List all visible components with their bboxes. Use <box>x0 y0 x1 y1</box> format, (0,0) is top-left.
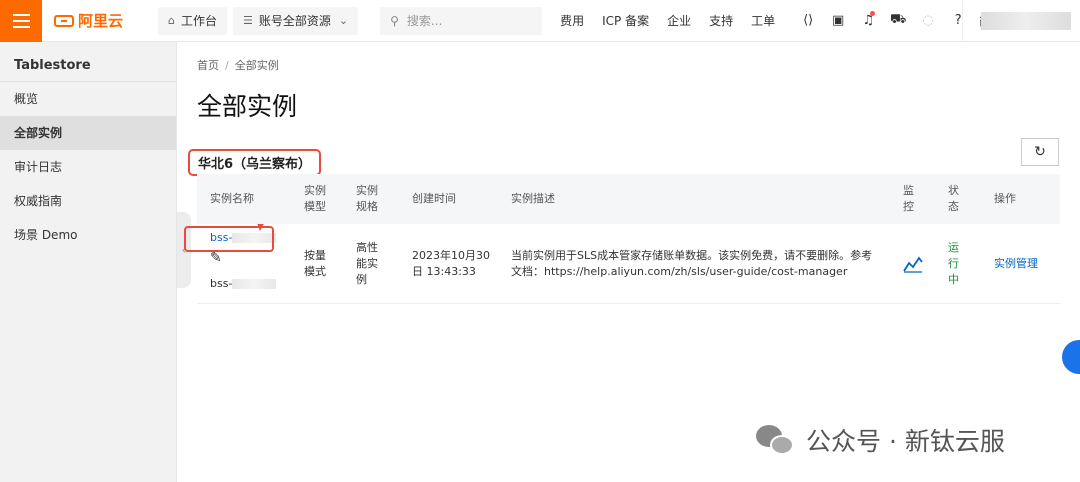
menu-button[interactable] <box>0 0 42 42</box>
breadcrumb-home[interactable]: 首页 <box>197 59 219 72</box>
bell-icon[interactable]: ♫ <box>853 11 883 28</box>
instance-created: 2023年10月30日 13:43:33 <box>412 248 490 278</box>
col-model: 实例模型 <box>304 184 326 213</box>
redacted-text <box>232 278 277 289</box>
search-icon: ⚲ <box>390 13 399 28</box>
region-label: 华北6（乌兰察布） <box>188 149 322 176</box>
col-ops: 操作 <box>994 192 1016 205</box>
link-enterprise[interactable]: 企业 <box>667 12 691 29</box>
col-created: 创建时间 <box>412 192 456 205</box>
cart-icon[interactable]: ⛟ <box>883 12 913 29</box>
wechat-icon <box>756 423 796 457</box>
link-billing[interactable]: 费用 <box>560 12 584 29</box>
link-support[interactable]: 支持 <box>709 12 733 29</box>
page-title: 全部实例 <box>197 92 298 121</box>
sidebar: Tablestore 概览 全部实例 审计日志 权威指南 场景 Demo <box>0 42 177 482</box>
resource-selector[interactable]: ☰ 账号全部资源 ⌄ <box>233 6 359 35</box>
instance-table: 实例名称 实例模型 实例规格 创建时间 实例描述 监控 状态 操作 bss- ✎… <box>184 174 1060 304</box>
monitor-cell <box>903 224 948 303</box>
col-name: 实例名称 <box>210 192 254 205</box>
code-icon[interactable]: ⟨⟩ <box>793 13 823 28</box>
instance-id: bss- <box>210 276 233 290</box>
top-navbar: 阿里云 ⌂ 工作台 ☰ 账号全部资源 ⌄ ⚲ 搜索... 费用 ICP 备案 企业 支持… <box>0 0 1080 42</box>
highlight-box <box>184 226 274 252</box>
list-icon: ☰ <box>243 14 253 27</box>
chevron-down-icon: ⌄ <box>338 14 349 27</box>
product-title: Tablestore <box>0 42 176 82</box>
bulb-icon[interactable]: ◌ <box>913 13 943 28</box>
col-monitor: 监控 <box>903 184 914 213</box>
sidebar-item-guide[interactable]: 权威指南 <box>0 184 176 218</box>
refresh-button[interactable]: ↻ <box>1021 138 1059 166</box>
table-header: 实例名称 实例模型 实例规格 创建时间 实例描述 监控 状态 操作 <box>197 174 1060 224</box>
watermark: 公众号 · 新钛云服 <box>756 422 1005 458</box>
breadcrumb: 首页 / 全部实例 <box>197 59 279 72</box>
col-desc: 实例描述 <box>511 192 555 205</box>
col-spec: 实例规格 <box>356 184 378 213</box>
avatar <box>981 12 1071 30</box>
floating-help-button[interactable] <box>1062 340 1080 374</box>
col-status: 状态 <box>948 184 959 213</box>
sidebar-item-demo[interactable]: 场景 Demo <box>0 218 176 252</box>
top-icons: ⟨⟩ ▣ ♫ ⛟ ◌ ? <box>793 11 973 29</box>
refresh-icon: ↻ <box>1034 144 1046 160</box>
aliyun-logo[interactable]: 阿里云 <box>54 10 134 31</box>
home-icon: ⌂ <box>168 14 175 27</box>
main-content: 首页 / 全部实例 全部实例 ↻ 华北6（乌兰察布） 实例名称 实例模型 实例规格 … <box>184 42 1061 304</box>
terminal-icon[interactable]: ▣ <box>823 13 853 28</box>
link-icp[interactable]: ICP 备案 <box>602 12 649 29</box>
search-input[interactable]: ⚲ 搜索... <box>380 6 543 35</box>
notification-dot <box>870 11 876 16</box>
instance-spec: 高性能实例 <box>356 240 378 286</box>
workbench-button[interactable]: ⌂ 工作台 <box>158 6 227 35</box>
aliyun-logo-icon <box>54 14 74 27</box>
instance-name-cell: bss- ✎ bss- <box>184 224 304 303</box>
instance-id-line: bss- <box>210 276 277 292</box>
instance-desc: 当前实例用于SLS成本管家存储账单数据。该实例免费，请不要删除。参考文档：htt… <box>511 248 873 278</box>
manage-instance-link[interactable]: 实例管理 <box>994 256 1038 272</box>
user-account[interactable] <box>962 0 1080 42</box>
table-row: bss- ✎ bss- 按量模式 高性能实例 2023年10月30日 13:43… <box>184 224 1060 304</box>
link-ticket[interactable]: 工单 <box>751 12 775 29</box>
sidebar-item-overview[interactable]: 概览 <box>0 82 176 116</box>
ops-cell: 实例管理 <box>994 224 1060 303</box>
breadcrumb-current: 全部实例 <box>234 59 279 72</box>
status-badge: 运行中 <box>948 240 959 286</box>
monitor-chart-icon[interactable] <box>903 255 923 273</box>
instance-model: 按量模式 <box>304 248 326 278</box>
top-links: 费用 ICP 备案 企业 支持 工单 <box>560 12 793 29</box>
sidebar-item-all-instances[interactable]: 全部实例 <box>0 116 176 150</box>
sidebar-item-audit-log[interactable]: 审计日志 <box>0 150 176 184</box>
